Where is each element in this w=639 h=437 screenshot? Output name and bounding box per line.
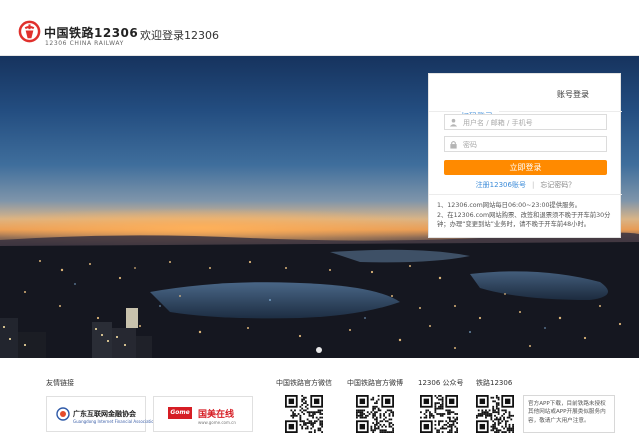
notice-line-1: 1、12306.com网站每日06:00~23:00提供服务。 (437, 202, 582, 209)
forgot-password-link[interactable]: 忘记密码？ (540, 181, 575, 189)
partner-name: 广东互联网金融协会 (73, 410, 136, 418)
carousel-dot-active[interactable] (316, 347, 322, 353)
login-button[interactable]: 立即登录 (444, 160, 607, 175)
qr-code-app-icon (476, 395, 514, 433)
user-icon (449, 118, 458, 127)
qr-label-official-account: 12306 公众号 (418, 379, 464, 387)
login-links: 注册12306账号 | 忘记密码？ (429, 180, 622, 190)
username-field[interactable]: 用户名 / 邮箱 / 手机号 (444, 114, 607, 130)
brand-name-cn[interactable]: 中国铁路12306 (44, 24, 138, 41)
partner-link-gome[interactable]: Gome 国美在线 www.gome.com.cn (153, 396, 253, 432)
username-placeholder: 用户名 / 邮箱 / 手机号 (463, 119, 533, 127)
page-title: 欢迎登录12306 (140, 29, 219, 42)
qr-code-wechat-icon (285, 395, 323, 433)
link-separator: | (531, 181, 535, 189)
friend-links-title: 友情链接 (46, 379, 74, 387)
gdifa-logo-icon (56, 407, 70, 421)
lock-icon (450, 141, 457, 149)
partner-name: 国美在线 (198, 410, 235, 420)
app-download-note: 官方APP下载，目前铁路未授权其他网站或APP开展类似服务内容，敬请广大用户注意… (523, 395, 615, 433)
qr-label-wechat: 中国铁路官方微信 (276, 379, 332, 387)
service-notice: 1、12306.com网站每日06:00~23:00提供服务。 2、在12306… (437, 201, 619, 230)
notice-line-2: 2、在12306.com网站购票、改签和退票须不晚于开车前30分钟；办理“变更到… (437, 211, 611, 229)
partner-subtitle: www.gome.com.cn (198, 420, 236, 425)
site-footer: 友情链接 广东互联网金融协会 Guangdong Internet Financ… (0, 358, 639, 437)
tab-account-login[interactable]: 账号登录 (557, 89, 589, 100)
partner-subtitle: Guangdong Internet Financial Association (73, 419, 157, 424)
login-panel: 扫码登录 账号登录 用户名 / 邮箱 / 手机号 密码 立即登录 注册12306… (428, 73, 622, 238)
notice-divider (429, 194, 622, 195)
qr-code-official-account-icon (420, 395, 458, 433)
partner-link-gdifa[interactable]: 广东互联网金融协会 Guangdong Internet Financial A… (46, 396, 156, 432)
china-railway-logo-icon[interactable] (18, 20, 41, 43)
password-field[interactable]: 密码 (444, 136, 607, 152)
password-placeholder: 密码 (463, 141, 477, 149)
qr-label-app: 铁路12306 (476, 379, 513, 387)
gome-logo-icon: Gome (168, 407, 192, 419)
qr-label-weibo: 中国铁路官方微博 (347, 379, 403, 387)
brand-name-en: 12306 CHINA RAILWAY (45, 40, 124, 47)
site-header: 中国铁路12306 12306 CHINA RAILWAY 欢迎登录12306 (0, 0, 639, 56)
login-tabs: 扫码登录 账号登录 (429, 74, 622, 149)
register-link[interactable]: 注册12306账号 (476, 181, 526, 189)
qr-code-weibo-icon (356, 395, 394, 433)
